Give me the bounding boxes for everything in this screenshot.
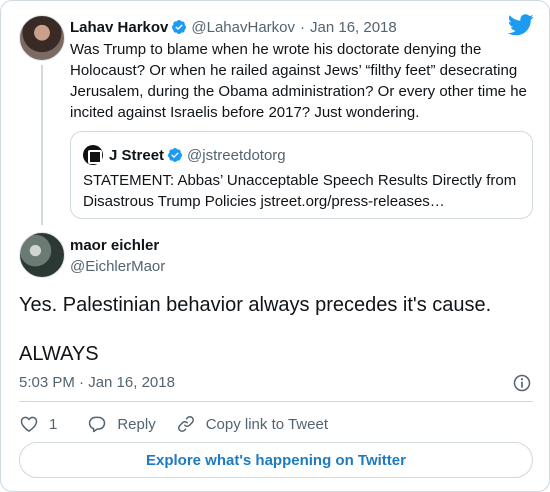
main-tweet-text-emphasis: ALWAYS [19, 343, 99, 365]
separator-dot: · [300, 18, 305, 36]
like-button[interactable]: 1 [19, 414, 67, 434]
main-author-name[interactable]: maor eichler [70, 237, 159, 254]
parent-author-handle[interactable]: @LahavHarkov [191, 19, 295, 36]
quoted-tweet-text: STATEMENT: Abbas’ Unacceptable Speech Re… [83, 172, 517, 210]
tweet-timestamp[interactable]: 5:03 PM · Jan 16, 2018 [19, 374, 175, 391]
heart-icon [20, 416, 38, 432]
avatar[interactable] [19, 15, 65, 61]
reply-button[interactable]: Reply [87, 414, 156, 434]
link-icon [177, 416, 194, 432]
quoted-author-name: J Street [109, 146, 165, 164]
copy-link-label: Copy link to Tweet [205, 415, 328, 433]
tweet-actions: 1 Reply Copy link to Tweet [19, 411, 348, 437]
explore-twitter-button[interactable]: Explore what's happening on Twitter [19, 442, 533, 478]
verified-badge-icon [168, 148, 183, 162]
info-icon[interactable] [512, 373, 532, 393]
quoted-author-handle: @jstreetdotorg [187, 146, 286, 164]
like-count: 1 [49, 415, 58, 433]
parent-tweet-text: Was Trump to blame when he wrote his doc… [70, 41, 527, 121]
copy-link-button[interactable]: Copy link to Tweet [176, 414, 328, 434]
main-author-handle[interactable]: @EichlerMaor [70, 258, 165, 275]
parent-tweet-header: Lahav Harkov @LahavHarkov · Jan 16, 2018 [70, 17, 397, 37]
embedded-tweet-card: Lahav Harkov @LahavHarkov · Jan 16, 2018… [0, 0, 550, 492]
divider [19, 401, 533, 402]
reply-label: Reply [117, 415, 156, 433]
thread-connector [41, 65, 43, 225]
main-tweet-text: Yes. Palestinian behavior always precede… [19, 294, 492, 316]
verified-badge-icon [172, 20, 187, 34]
twitter-bird-icon[interactable] [508, 14, 534, 36]
parent-tweet-date[interactable]: Jan 16, 2018 [310, 19, 397, 36]
parent-author-name[interactable]: Lahav Harkov [70, 19, 168, 36]
avatar[interactable] [19, 232, 65, 278]
quoted-tweet[interactable]: J Street @jstreetdotorg STATEMENT: Abbas… [70, 131, 533, 219]
avatar [83, 145, 103, 165]
quoted-tweet-header: J Street @jstreetdotorg [109, 145, 286, 165]
reply-icon [89, 416, 106, 433]
